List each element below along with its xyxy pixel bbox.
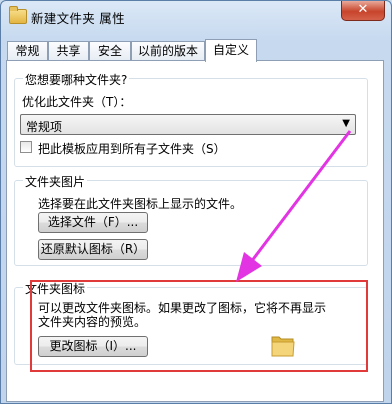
close-button[interactable]: ✕ xyxy=(341,1,385,21)
tab-general[interactable]: 常规 xyxy=(7,41,48,60)
apply-to-subfolders-checkbox[interactable] xyxy=(20,141,32,153)
tab-sharing[interactable]: 共享 xyxy=(48,41,89,60)
restore-default-button[interactable]: 还原默认图标（R） xyxy=(38,239,148,260)
folder-picture-description: 选择要在此文件夹图标上显示的文件。 xyxy=(38,197,243,211)
tab-security[interactable]: 安全 xyxy=(89,41,131,60)
folder-icon xyxy=(9,6,27,24)
chevron-down-icon: ▼ xyxy=(342,118,350,129)
title-bar[interactable]: 新建文件夹 属性 ✕ xyxy=(1,1,391,31)
optimize-dropdown-value: 常规项 xyxy=(26,120,63,134)
highlight-box xyxy=(30,280,368,372)
optimize-label: 优化此文件夹（T）： xyxy=(22,95,132,109)
tab-customize[interactable]: 自定义 xyxy=(205,39,257,62)
apply-to-subfolders-label[interactable]: 把此模板应用到所有子文件夹（S） xyxy=(38,140,226,157)
optimize-dropdown[interactable]: 常规项 ▼ xyxy=(20,114,356,135)
folder-picture-group-title: 文件夹图片 xyxy=(23,173,88,190)
window-title: 新建文件夹 属性 xyxy=(31,11,125,26)
folder-type-group-title: 您想要哪种文件夹? xyxy=(23,71,130,88)
choose-file-button[interactable]: 选择文件（F）... xyxy=(38,212,148,233)
tab-strip: 常规 共享 安全 以前的版本 自定义 xyxy=(7,39,387,62)
tab-previous-versions[interactable]: 以前的版本 xyxy=(131,41,205,60)
